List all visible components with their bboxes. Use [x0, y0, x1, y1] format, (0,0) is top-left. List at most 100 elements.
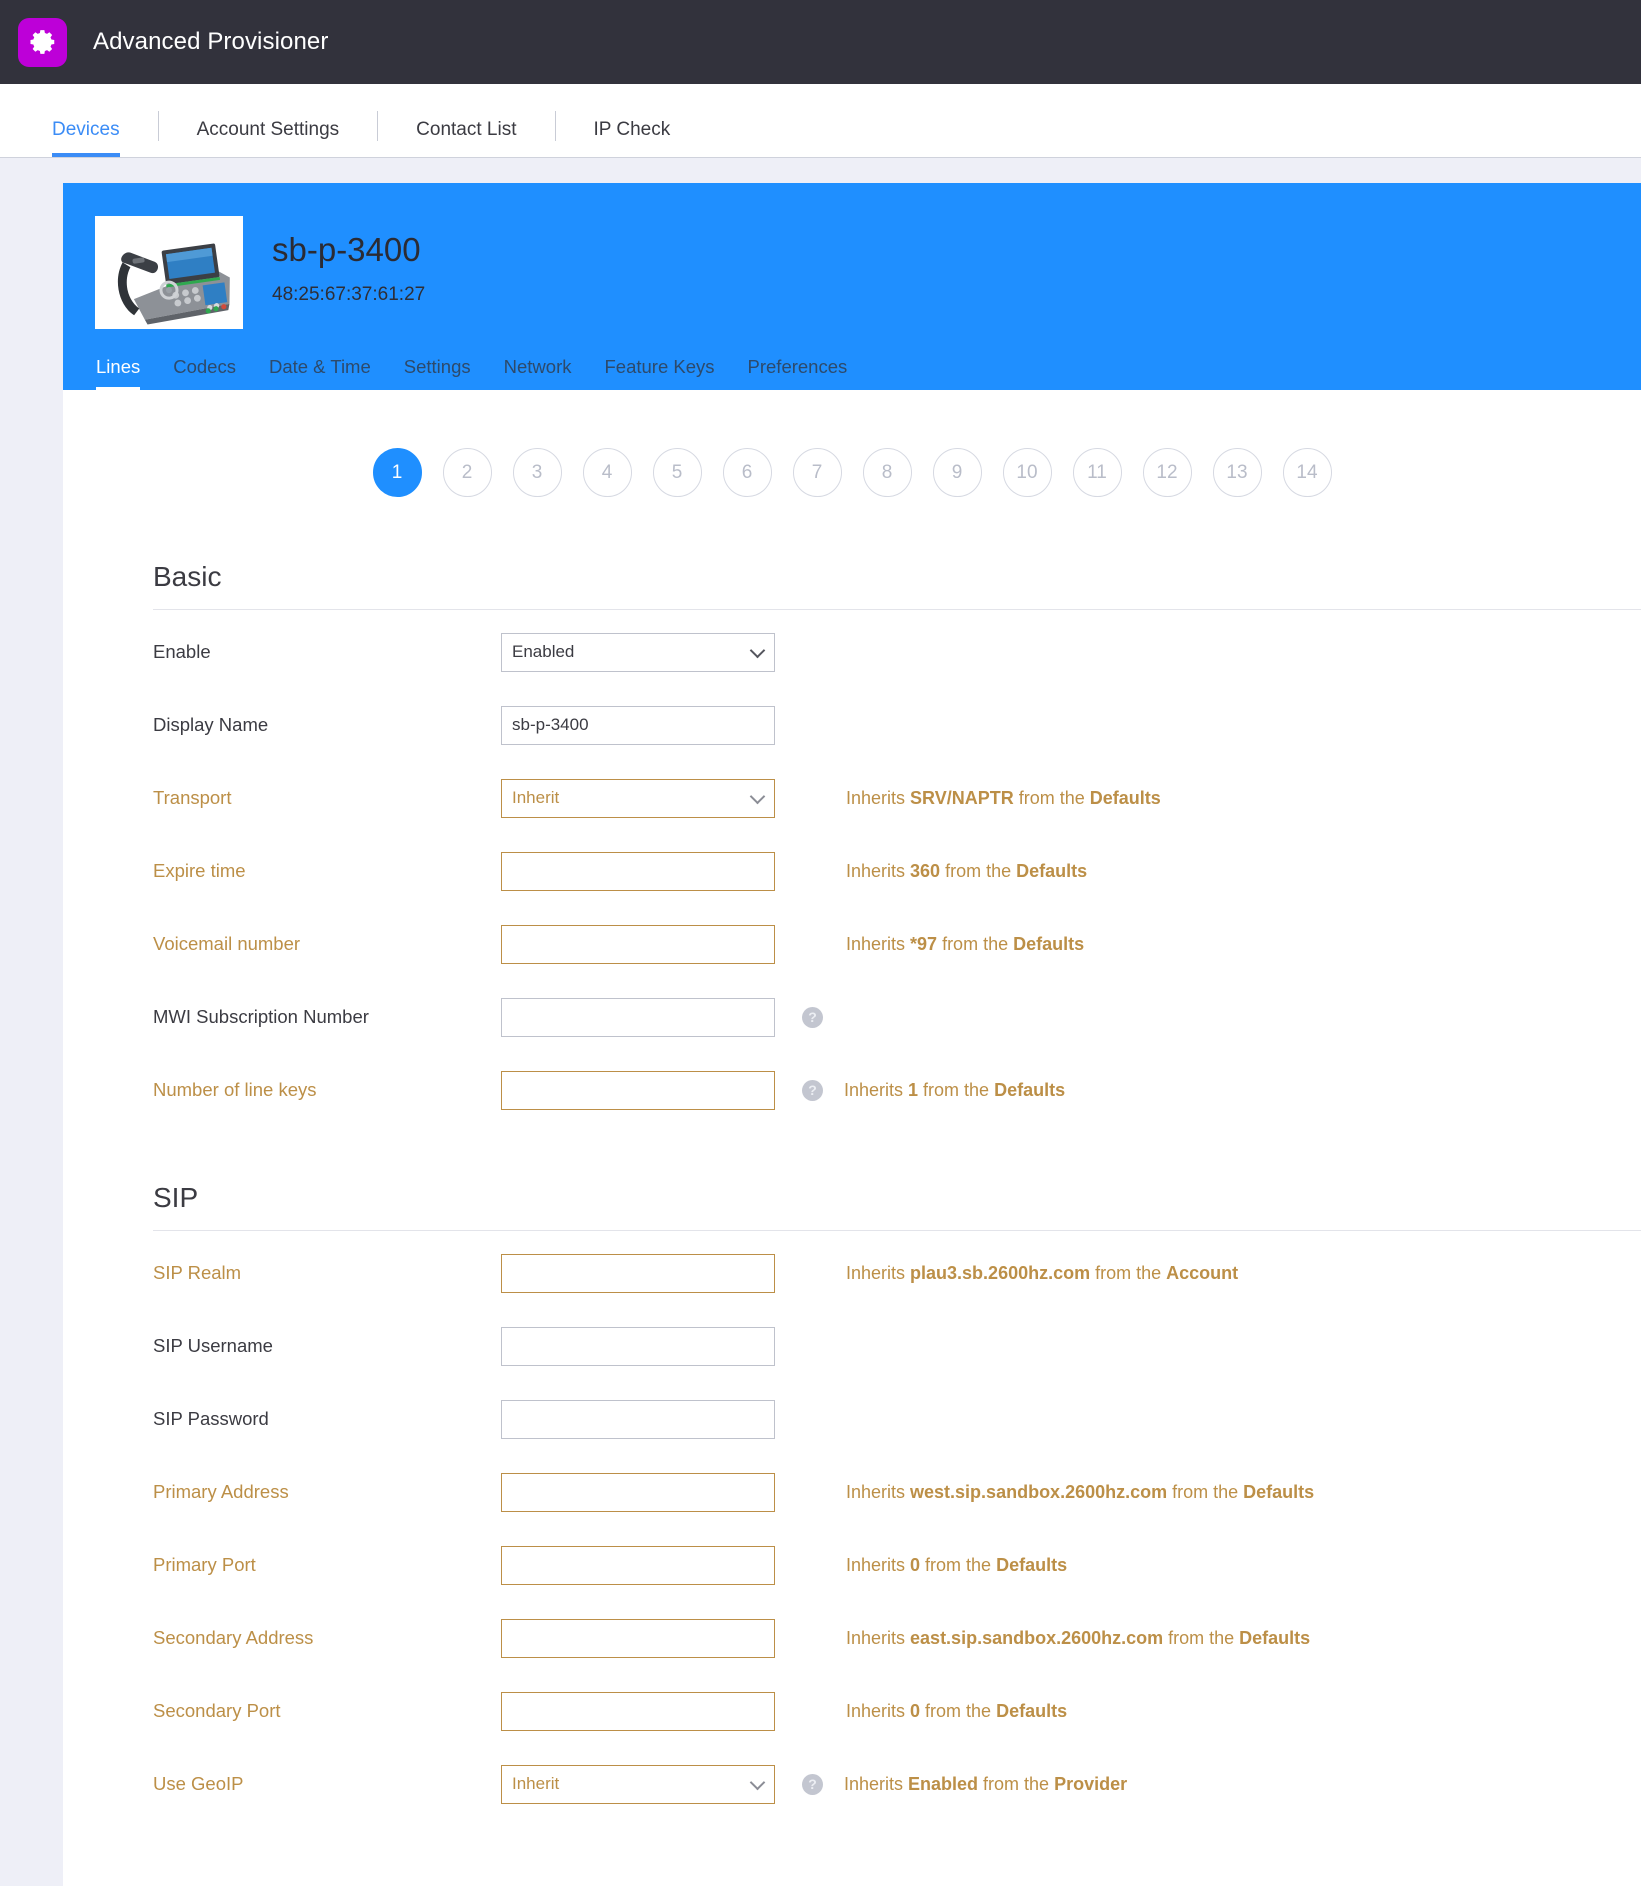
subtab-label: Settings	[403, 356, 471, 377]
line-pill-7[interactable]: 7	[792, 448, 842, 497]
field-row-expire-time: Expire time Inherits 360 from the Defaul…	[153, 840, 1641, 902]
nav-item-ip-check[interactable]: IP Check	[594, 119, 671, 157]
subtab-date-time[interactable]: Date & Time	[269, 356, 371, 390]
hint-value: Enabled	[908, 1773, 979, 1794]
subtab-preferences[interactable]: Preferences	[748, 356, 848, 390]
help-icon[interactable]: ?	[802, 1006, 823, 1028]
help-icon[interactable]: ?	[802, 1079, 823, 1101]
primary-address-input[interactable]	[501, 1472, 775, 1512]
hint-value: SRV/NAPTR	[910, 787, 1014, 808]
section-title-basic: Basic	[153, 561, 1641, 610]
expire-time-input[interactable]	[501, 851, 775, 891]
inherit-hint: Inherits 360 from the Defaults	[846, 861, 1087, 882]
number-of-line-keys-input[interactable]	[501, 1070, 775, 1110]
field-label: SIP Realm	[153, 1262, 242, 1283]
device-mac-address: 48:25:67:37:61:27	[272, 284, 426, 306]
hint-prefix: Inherits	[846, 1700, 911, 1721]
field-label: Expire time	[153, 860, 246, 881]
inherit-hint: Inherits 0 from the Defaults	[846, 1701, 1067, 1722]
hint-middle: from the	[1167, 1481, 1244, 1502]
primary-port-input[interactable]	[501, 1545, 775, 1585]
display-name-input[interactable]: sb-p-3400	[501, 705, 775, 745]
field-label: Secondary Port	[153, 1700, 281, 1721]
hint-source: Defaults	[996, 1554, 1068, 1575]
line-pill-6[interactable]: 6	[722, 448, 772, 497]
hint-prefix: Inherits	[844, 1079, 909, 1100]
line-pill-11[interactable]: 11	[1072, 448, 1122, 497]
line-pill-label: 6	[741, 461, 753, 483]
subtab-label: Lines	[96, 356, 141, 377]
line-pill-label: 14	[1296, 461, 1318, 483]
voicemail-number-input[interactable]	[501, 924, 775, 964]
field-row-secondary-port: Secondary Port Inherits 0 from the Defau…	[153, 1680, 1641, 1742]
inherit-hint: Inherits *97 from the Defaults	[846, 934, 1084, 955]
mwi-subscription-number-input[interactable]	[501, 997, 775, 1037]
nav-divider	[157, 111, 159, 141]
sip-realm-input[interactable]	[501, 1253, 775, 1293]
sip-username-input[interactable]	[501, 1326, 775, 1366]
hint-prefix: Inherits	[844, 1773, 909, 1794]
line-pill-label: 7	[811, 461, 823, 483]
hint-value: *97	[910, 933, 938, 954]
hint-value: 0	[910, 1700, 921, 1721]
field-row-sip-username: SIP Username	[153, 1315, 1641, 1377]
app-title: Advanced Provisioner	[93, 28, 329, 55]
line-pill-13[interactable]: 13	[1212, 448, 1262, 497]
use-geoip-select[interactable]: Inherit	[501, 1764, 775, 1804]
secondary-port-input[interactable]	[501, 1691, 775, 1731]
field-label: SIP Password	[153, 1408, 269, 1429]
line-pill-8[interactable]: 8	[862, 448, 912, 497]
field-label: MWI Subscription Number	[153, 1006, 369, 1027]
field-label: Display Name	[153, 714, 269, 735]
line-pill-9[interactable]: 9	[932, 448, 982, 497]
subtab-feature-keys[interactable]: Feature Keys	[604, 356, 714, 390]
line-pill-label: 8	[881, 461, 893, 483]
transport-select[interactable]: Inherit	[501, 778, 775, 818]
subtab-settings[interactable]: Settings	[404, 356, 471, 390]
field-row-sip-realm: SIP Realm Inherits plau3.sb.2600hz.com f…	[153, 1242, 1641, 1304]
nav-item-devices[interactable]: Devices	[52, 119, 120, 157]
line-pill-14[interactable]: 14	[1282, 448, 1332, 497]
enable-select[interactable]: Enabled	[501, 632, 775, 672]
hint-value: west.sip.sandbox.2600hz.com	[910, 1481, 1168, 1502]
app-logo[interactable]	[18, 17, 67, 67]
field-row-voicemail-number: Voicemail number Inherits *97 from the D…	[153, 913, 1641, 975]
hint-source: Defaults	[1239, 1627, 1311, 1648]
hint-source: Defaults	[1243, 1481, 1315, 1502]
sip-password-input[interactable]	[501, 1399, 775, 1439]
use-geoip-select-value: Inherit	[512, 1774, 560, 1793]
nav-item-account-settings[interactable]: Account Settings	[197, 119, 340, 157]
line-pill-3[interactable]: 3	[512, 448, 562, 497]
inherit-hint: Inherits east.sip.sandbox.2600hz.com fro…	[846, 1628, 1310, 1649]
line-pill-1[interactable]: 1	[372, 448, 422, 497]
field-row-sip-password: SIP Password	[153, 1388, 1641, 1450]
line-pill-12[interactable]: 12	[1142, 448, 1192, 497]
hint-value: 1	[908, 1079, 919, 1100]
nav-item-contact-list[interactable]: Contact List	[416, 119, 516, 157]
field-row-primary-port: Primary Port Inherits 0 from the Default…	[153, 1534, 1641, 1596]
field-label: SIP Username	[153, 1335, 273, 1356]
subtab-lines[interactable]: Lines	[96, 356, 141, 390]
chevron-down-icon	[749, 788, 766, 805]
help-icon[interactable]: ?	[802, 1773, 823, 1795]
secondary-address-input[interactable]	[501, 1618, 775, 1658]
field-label: Voicemail number	[153, 933, 301, 954]
line-pill-4[interactable]: 4	[582, 448, 632, 497]
line-pill-5[interactable]: 5	[652, 448, 702, 497]
device-card: sb-p-3400 48:25:67:37:61:27 Lines Codecs…	[63, 183, 1641, 1886]
subtab-codecs[interactable]: Codecs	[173, 356, 236, 390]
inherit-hint: Inherits Enabled from the Provider	[844, 1774, 1127, 1795]
subtab-network[interactable]: Network	[504, 356, 572, 390]
line-pill-2[interactable]: 2	[442, 448, 492, 497]
chevron-down-icon	[749, 1774, 766, 1791]
hint-source: Defaults	[996, 1700, 1068, 1721]
line-pill-10[interactable]: 10	[1002, 448, 1052, 497]
subtab-label: Date & Time	[268, 356, 371, 377]
inherit-hint: Inherits 1 from the Defaults	[844, 1080, 1065, 1101]
hint-value: 0	[910, 1554, 921, 1575]
nav-item-label: Account Settings	[196, 119, 340, 140]
field-row-mwi-subscription-number: MWI Subscription Number ?	[153, 986, 1641, 1048]
field-row-display-name: Display Name sb-p-3400	[153, 694, 1641, 756]
hint-value: 360	[910, 860, 941, 881]
field-row-transport: Transport Inherit Inherits SRV/NAPTR fro…	[153, 767, 1641, 829]
